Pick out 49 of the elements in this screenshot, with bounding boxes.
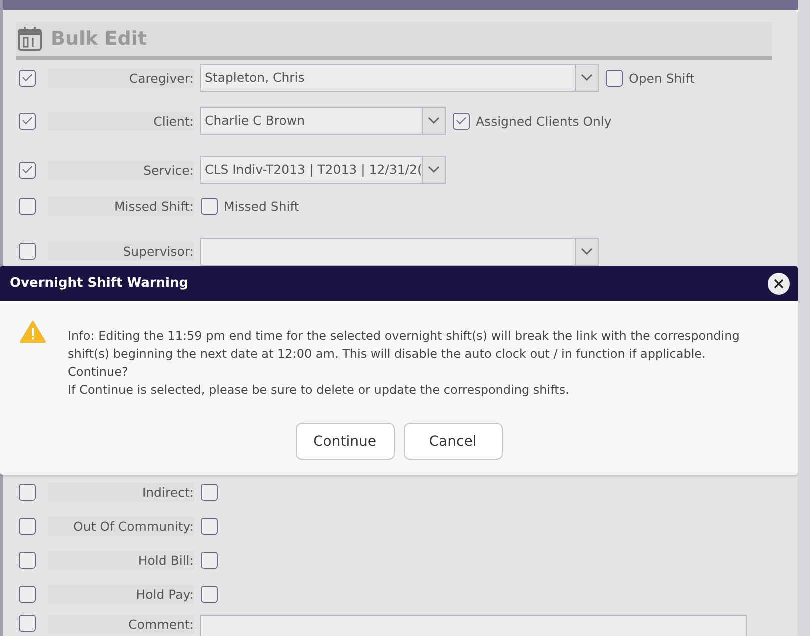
dialog-message: Info: Editing the 11:59 pm end time for the selected overnight shift(s) will break the link with the corresponding shift(s) beginning the next date at 12:00 am. This will disable the auto clock out / in function if applicable. — [68, 328, 741, 363]
field-label: Missed Shift: — [48, 196, 194, 216]
field-label: Client: — [48, 112, 194, 130]
checkbox[interactable] — [19, 243, 36, 260]
field-label: Out Of Community: — [48, 516, 194, 536]
warning-icon — [20, 321, 46, 343]
checkbox[interactable] — [19, 198, 36, 214]
panel-title: Bulk Edit — [51, 28, 147, 50]
chevron-down-icon — [581, 248, 593, 256]
checkbox[interactable] — [19, 70, 36, 86]
close-icon — [774, 278, 784, 288]
field-label: Indirect: — [48, 482, 194, 502]
checkbox[interactable] — [19, 162, 36, 178]
dialog-message: Continue? — [68, 364, 130, 381]
field-label: Comment: — [48, 615, 194, 634]
checkbox[interactable] — [19, 484, 36, 500]
checkbox[interactable] — [19, 552, 36, 568]
checkbox[interactable] — [19, 615, 36, 632]
close-button[interactable] — [768, 272, 790, 294]
checkbox[interactable] — [19, 586, 36, 602]
checkbox[interactable] — [201, 484, 218, 500]
dropdown[interactable]: Stapleton, Chris — [200, 64, 599, 92]
field-label: Supervisor: — [48, 242, 194, 261]
dialog-button[interactable]: Continue — [296, 423, 394, 460]
checkbox-label: Open Shift — [629, 70, 695, 86]
chevron-down-icon — [428, 117, 440, 125]
dialog-message: If Continue is selected, please be sure to delete or update the corresponding shifts. — [68, 382, 570, 399]
checkbox[interactable] — [19, 518, 36, 534]
checkbox-label: Assigned Clients Only — [476, 114, 612, 128]
calendar-icon — [17, 26, 43, 52]
dropdown[interactable]: Charlie C Brown — [200, 107, 446, 135]
field-label: Hold Pay: — [48, 584, 194, 604]
dialog-button[interactable]: Cancel — [404, 423, 502, 460]
checkbox[interactable] — [201, 586, 218, 602]
checkbox[interactable] — [606, 70, 623, 86]
dropdown[interactable]: CLS Indiv-T2013 | T2013 | 12/31/2( — [200, 156, 446, 184]
chevron-down-icon — [581, 74, 593, 82]
checkbox[interactable] — [201, 198, 218, 214]
checkbox-label: Missed Shift — [224, 198, 300, 214]
field-label: Caregiver: — [48, 68, 194, 88]
comment-field[interactable] — [200, 615, 747, 636]
field-label: Service: — [48, 160, 194, 180]
checkbox[interactable] — [19, 112, 36, 130]
checkbox[interactable] — [201, 552, 218, 568]
checkbox[interactable] — [453, 112, 470, 130]
field-label: Hold Bill: — [48, 550, 194, 570]
dialog-title: Overnight Shift Warning — [10, 276, 189, 291]
checkbox[interactable] — [201, 518, 218, 534]
chevron-down-icon — [428, 166, 440, 174]
